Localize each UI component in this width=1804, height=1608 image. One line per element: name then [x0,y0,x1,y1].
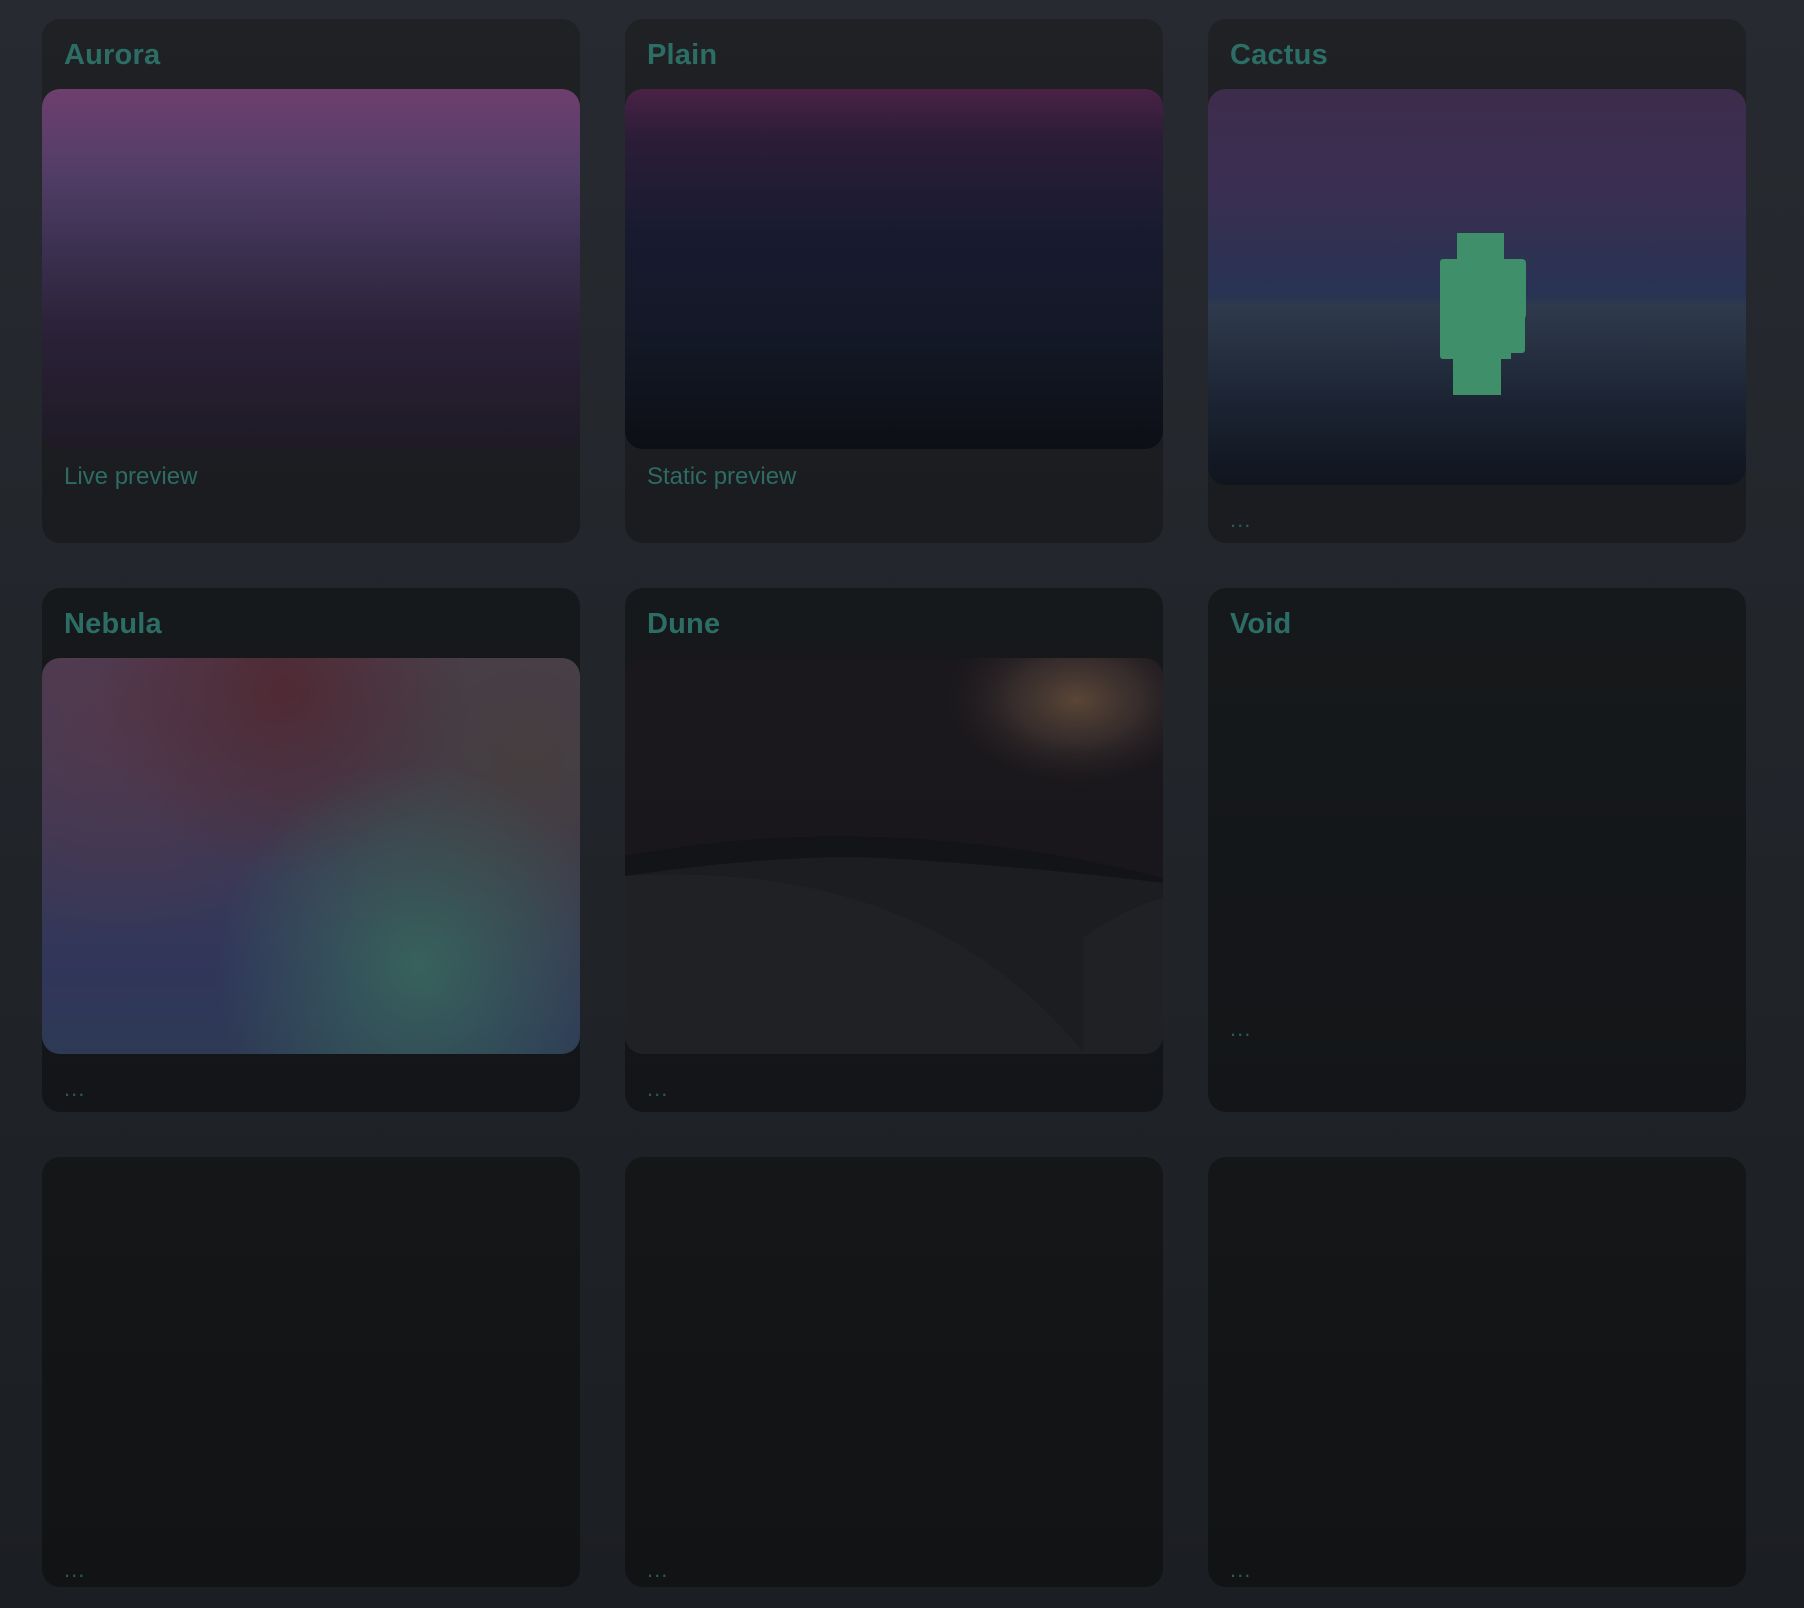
wallpaper-card-void[interactable]: Void ... [1208,588,1746,1112]
card-caption: Live preview [64,463,198,490]
card-ellipsis: ... [64,1076,86,1101]
wallpaper-card-empty[interactable]: ... [42,1157,580,1587]
card-title: Aurora [64,39,161,71]
dune-preview-image[interactable] [625,658,1163,1054]
card-ellipsis: ... [1230,1557,1252,1582]
wallpaper-card-empty[interactable]: ... [625,1157,1163,1587]
cactus-preview-image[interactable] [1208,89,1746,485]
card-title: Nebula [64,608,162,640]
card-title: Cactus [1230,39,1328,71]
card-ellipsis: ... [64,1557,86,1582]
aurora-preview-image[interactable] [42,89,580,449]
card-ellipsis: ... [1230,1016,1252,1041]
wallpaper-card-nebula[interactable]: Nebula ... [42,588,580,1112]
wallpaper-card-empty[interactable]: ... [1208,1157,1746,1587]
card-ellipsis: ... [1230,507,1252,532]
nebula-preview-image[interactable] [42,658,580,1054]
wallpaper-card-dune[interactable]: Dune ... [625,588,1163,1112]
card-ellipsis: ... [647,1557,669,1582]
card-caption: Static preview [647,463,797,490]
wallpaper-card-cactus[interactable]: Cactus ... [1208,19,1746,543]
wallpaper-grid: Aurora Live preview Plain Static preview… [42,19,1746,1587]
card-title: Dune [647,608,721,640]
plain-preview-image[interactable] [625,89,1163,449]
wallpaper-card-aurora[interactable]: Aurora Live preview [42,19,580,543]
cactus-illustration [1440,233,1526,395]
card-title: Plain [647,39,718,71]
wallpaper-card-plain[interactable]: Plain Static preview [625,19,1163,543]
dune-illustration [625,658,1163,1054]
card-ellipsis: ... [647,1076,669,1101]
card-title: Void [1230,608,1292,640]
